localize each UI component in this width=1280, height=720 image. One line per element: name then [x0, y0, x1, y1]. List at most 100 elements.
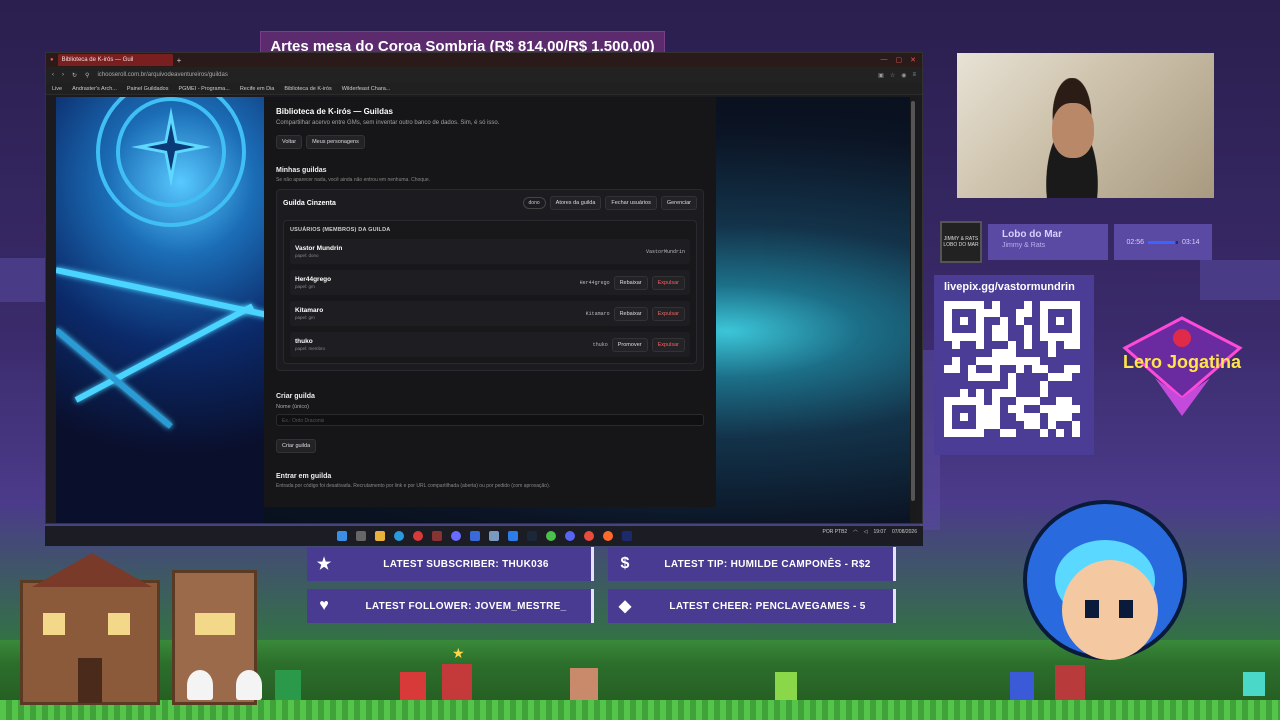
qr-module: [944, 429, 952, 437]
track-title: Lobo do Mar: [1002, 229, 1062, 240]
close-icon[interactable]: ✕: [910, 56, 916, 64]
minimize-icon[interactable]: —: [881, 56, 888, 64]
kick-button[interactable]: Expulsar: [651, 275, 685, 290]
tray-date[interactable]: 07/08/2026: [892, 529, 917, 535]
menu-icon[interactable]: ≡: [912, 72, 916, 79]
guild-name-input[interactable]: Ex.: Ordo Draconis: [276, 414, 704, 426]
qr-module: [1048, 413, 1056, 421]
qr-module: [976, 317, 984, 325]
app-icon[interactable]: [431, 531, 442, 541]
manage-button[interactable]: Gerenciar: [660, 196, 697, 210]
members-title: USUÁRIOS (MEMBROS) DA GUILDA: [290, 227, 391, 233]
close-users-button[interactable]: Fechar usuários: [605, 196, 657, 210]
app-icon[interactable]: [583, 531, 594, 541]
my-characters-button[interactable]: Meus personagens: [306, 135, 365, 149]
bookmark-item[interactable]: Andraster's Arch...: [72, 86, 117, 92]
app-icon[interactable]: [602, 531, 613, 541]
qr-module: [992, 349, 1000, 357]
maximize-icon[interactable]: ▢: [896, 56, 903, 64]
demote-button[interactable]: Rebaixar: [613, 306, 648, 321]
page-scrollbar[interactable]: [910, 97, 916, 523]
track-progress: [1148, 240, 1178, 244]
app-icon[interactable]: [507, 531, 518, 541]
compass-art: [56, 97, 282, 523]
edge-icon[interactable]: [393, 531, 404, 541]
taskview-icon[interactable]: [355, 531, 366, 541]
tray-lang[interactable]: POR PTB2: [822, 529, 847, 535]
qr-module: [1040, 357, 1048, 365]
bookmark-item[interactable]: Live: [52, 86, 62, 92]
qr-module: [1016, 397, 1024, 405]
photoshop-icon[interactable]: [621, 531, 632, 541]
kick-button[interactable]: Expulsar: [651, 337, 685, 352]
webcam-feed: [957, 53, 1214, 198]
qr-module: [1016, 405, 1024, 413]
guild-name: Guilda Cinzenta: [283, 199, 336, 207]
qr-module: [976, 405, 984, 413]
volume-icon[interactable]: ◁: [864, 529, 868, 535]
profile-icon[interactable]: ◉: [901, 72, 906, 79]
qr-module: [1000, 357, 1008, 365]
qr-module: [1064, 373, 1072, 381]
bookmark-item[interactable]: Wilderfeast Chara...: [342, 86, 391, 92]
bookmark-item[interactable]: PGMEI - Programa...: [178, 86, 229, 92]
app-icon[interactable]: [412, 531, 423, 541]
chrome-icon[interactable]: [545, 531, 556, 541]
tray-time[interactable]: 19:07: [873, 529, 886, 535]
site-info-icon[interactable]: ⚲: [85, 72, 89, 79]
qr-module: [984, 373, 992, 381]
qr-module: [984, 357, 992, 365]
bookmark-item[interactable]: Biblioteca de K-irós: [284, 86, 331, 92]
qr-module: [1048, 405, 1056, 413]
qr-module: [1032, 365, 1040, 373]
qr-module: [1000, 429, 1008, 437]
qr-module: [1000, 309, 1008, 317]
reload-icon[interactable]: ↻: [72, 72, 77, 79]
qr-module: [1064, 421, 1072, 429]
qr-module: [984, 317, 992, 325]
back-button[interactable]: Voltar: [276, 135, 303, 149]
alert-tip-text: LATEST TIP: HUMILDE CAMPONÊS - R$2: [664, 558, 871, 570]
qr-module: [1064, 397, 1072, 405]
app-icon[interactable]: [488, 531, 499, 541]
browser-tab[interactable]: Biblioteca de K-irós — Guil: [57, 54, 173, 66]
url-field[interactable]: ichooseroll.com.br/arquivodeaventureiros…: [97, 72, 227, 78]
create-guild-button[interactable]: Criar guilda: [276, 439, 317, 453]
bookmark-star-icon[interactable]: ☆: [890, 72, 895, 79]
scrollbar-thumb[interactable]: [911, 101, 915, 501]
back-icon[interactable]: ‹: [52, 72, 54, 78]
start-icon[interactable]: [336, 531, 347, 541]
track-elapsed: 02:56: [1126, 238, 1144, 246]
qr-module: [984, 397, 992, 405]
explorer-icon[interactable]: [374, 531, 385, 541]
member-handle: thuko: [592, 341, 608, 348]
extension-icon[interactable]: ▣: [878, 72, 884, 79]
qr-module: [984, 301, 992, 309]
qr-module: [1056, 381, 1064, 389]
demote-button[interactable]: Rebaixar: [613, 275, 648, 290]
discord-icon[interactable]: [450, 531, 461, 541]
promote-button[interactable]: Promover: [611, 337, 648, 352]
qr-module: [1000, 421, 1008, 429]
qr-module: [1040, 325, 1048, 333]
bookmark-item[interactable]: Recife em Dia: [240, 86, 275, 92]
browser-menu-icon[interactable]: ●: [50, 57, 54, 63]
bookmark-item[interactable]: Painel Guildados: [127, 86, 169, 92]
qr-module: [1032, 357, 1040, 365]
app-icon[interactable]: [564, 531, 575, 541]
qr-module: [992, 365, 1000, 373]
character-sprite: [1243, 672, 1265, 696]
wifi-icon[interactable]: ◠: [853, 529, 857, 535]
guild-actors-button[interactable]: Atores da guilda: [549, 196, 602, 210]
steam-icon[interactable]: [526, 531, 537, 541]
qr-module: [952, 381, 960, 389]
app-icon[interactable]: [469, 531, 480, 541]
qr-module: [1072, 373, 1080, 381]
alert-edge: [893, 547, 896, 581]
new-tab-icon[interactable]: +: [177, 56, 182, 65]
qr-module: [976, 365, 984, 373]
qr-module: [1040, 381, 1048, 389]
kick-button[interactable]: Expulsar: [651, 306, 685, 321]
character-sprite: [400, 672, 426, 700]
forward-icon[interactable]: ›: [62, 72, 64, 78]
